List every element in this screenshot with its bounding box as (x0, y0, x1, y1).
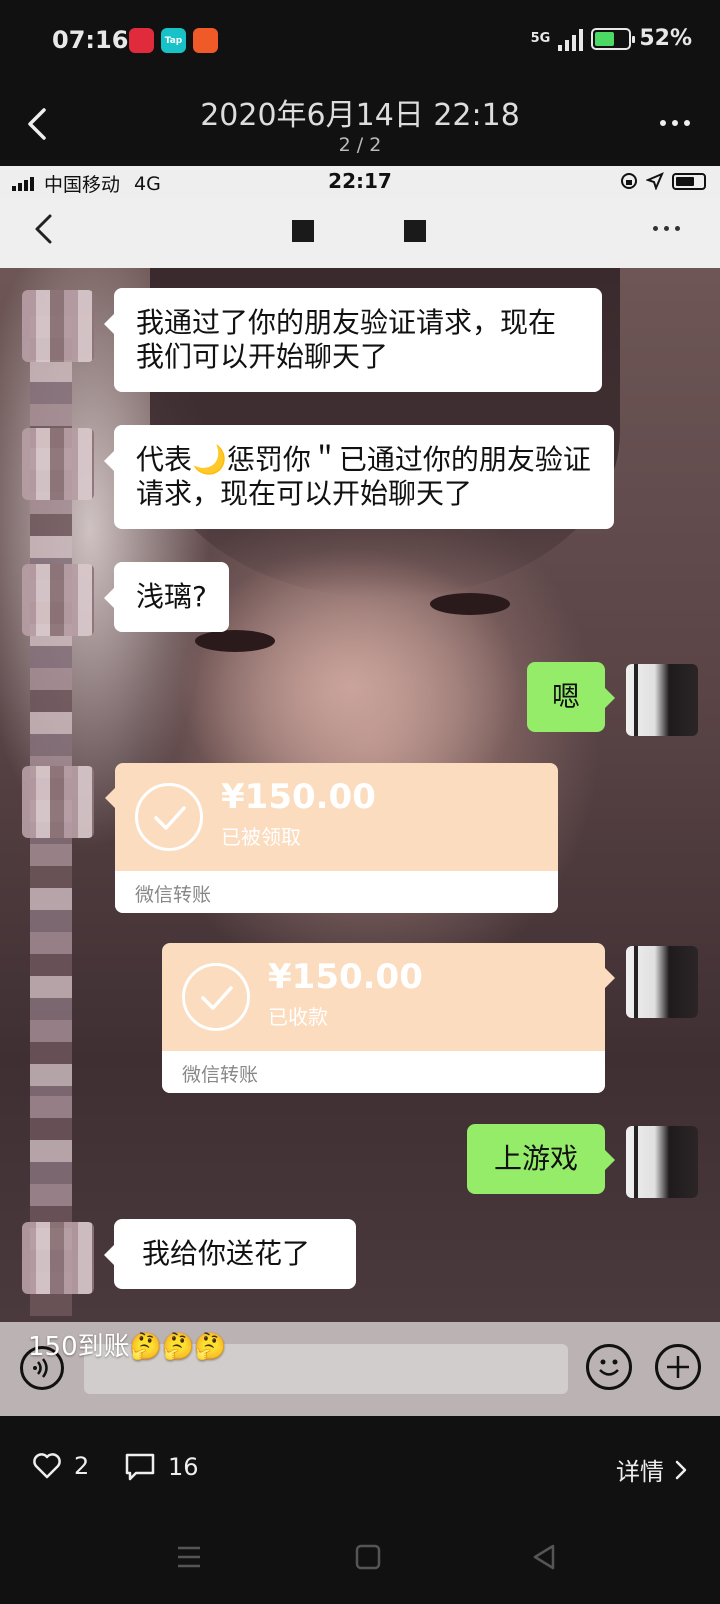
message-bubble: 上游戏 (467, 1124, 615, 1194)
details-label: 详情 (616, 1458, 664, 1486)
inner-status-bar: 中国移动 4G 22:17 (0, 166, 720, 198)
more-icon[interactable] (660, 120, 690, 126)
network-type: 5G (530, 31, 551, 46)
back-nav-icon[interactable] (531, 1543, 557, 1571)
chat-input-bar: 150到账🤔🤔🤔 (0, 1322, 720, 1416)
check-circle-icon (182, 963, 250, 1031)
background-eye (195, 630, 275, 652)
comment-count: 16 (168, 1453, 199, 1481)
chat-back-icon (35, 214, 52, 244)
moon-emoji: 🌙 (192, 443, 227, 476)
transfer-status: 已被领取 (221, 825, 301, 849)
system-nav-bar (0, 1516, 720, 1604)
comment-button[interactable]: 16 (124, 1452, 199, 1482)
viewer-header: 2020年6月14日 22:18 2 / 2 (0, 80, 720, 166)
like-button[interactable]: 2 (32, 1452, 89, 1480)
transfer-amount: ¥150.00 (268, 957, 423, 997)
like-count: 2 (74, 1452, 90, 1480)
redacted-name-block (292, 220, 314, 242)
transfer-footer: 微信转账 (115, 871, 558, 913)
transfer-amount: ¥150.00 (221, 777, 376, 817)
inner-time: 22:17 (328, 169, 392, 193)
chevron-right-icon (675, 1460, 687, 1479)
message-bubble: 代表🌙惩罚你＂已通过你的朋友验证请求，现在可以开始聊天了 (104, 425, 614, 529)
rotation-lock-icon (621, 173, 637, 189)
battery-percent: 52% (639, 26, 692, 51)
message-bubble: 嗯 (527, 662, 615, 732)
my-avatar (626, 946, 698, 1018)
redacted-name-block (404, 220, 426, 242)
post-actions: 2 16 详情 (0, 1416, 720, 1516)
transfer-status: 已收款 (268, 1005, 328, 1029)
message-bubble: 我通过了你的朋友验证请求，现在我们可以开始聊天了 (104, 288, 602, 392)
menu-icon[interactable] (176, 1544, 202, 1570)
contact-avatar (22, 290, 94, 362)
transfer-footer: 微信转账 (162, 1051, 605, 1093)
contact-avatar (22, 564, 94, 636)
check-circle-icon (135, 783, 203, 851)
home-icon[interactable] (355, 1544, 381, 1570)
status-time: 07:16 (52, 26, 129, 54)
image-counter: 2 / 2 (338, 134, 382, 156)
emoji-icon (586, 1344, 632, 1390)
my-avatar (626, 664, 698, 736)
contact-avatar (22, 428, 94, 500)
chat-screenshot[interactable]: 中国移动 4G 22:17 我通过了你的朋友验证请求，现在我们可以开始聊天了 代… (0, 166, 720, 1416)
message-bubble: 浅璃? (104, 562, 229, 632)
message-bubble: 我给你送花了 (104, 1219, 356, 1289)
post-caption: 150到账🤔🤔🤔 (28, 1332, 227, 1362)
inner-battery-icon (672, 172, 706, 190)
viewer-title: 2020年6月14日 22:18 (200, 98, 520, 133)
details-button[interactable]: 详情 (616, 1452, 688, 1487)
red-app-icon (129, 28, 154, 53)
bubble-tail (605, 968, 615, 988)
contact-avatar (22, 766, 94, 838)
bubble-tail (105, 788, 115, 808)
message-text: 代表 (136, 443, 193, 476)
comment-icon (125, 1453, 155, 1481)
chat-header (0, 198, 720, 268)
battery-icon (591, 27, 636, 50)
transfer-card: ¥150.00 已被领取 微信转账 (115, 763, 558, 913)
transfer-card: ¥150.00 已收款 微信转账 (162, 943, 605, 1093)
background-eye (430, 593, 510, 615)
location-icon (646, 172, 664, 190)
orange-app-icon (193, 28, 218, 53)
chat-more-icon (653, 226, 680, 231)
my-avatar (626, 1126, 698, 1198)
heart-icon (33, 1453, 61, 1479)
plus-icon (655, 1344, 701, 1390)
status-bar: 07:16 Tap 5G 52% (0, 0, 720, 80)
signal-icon (558, 27, 584, 51)
contact-avatar (22, 1222, 94, 1294)
notification-icons: Tap (129, 28, 218, 53)
taptap-icon: Tap (161, 28, 186, 53)
